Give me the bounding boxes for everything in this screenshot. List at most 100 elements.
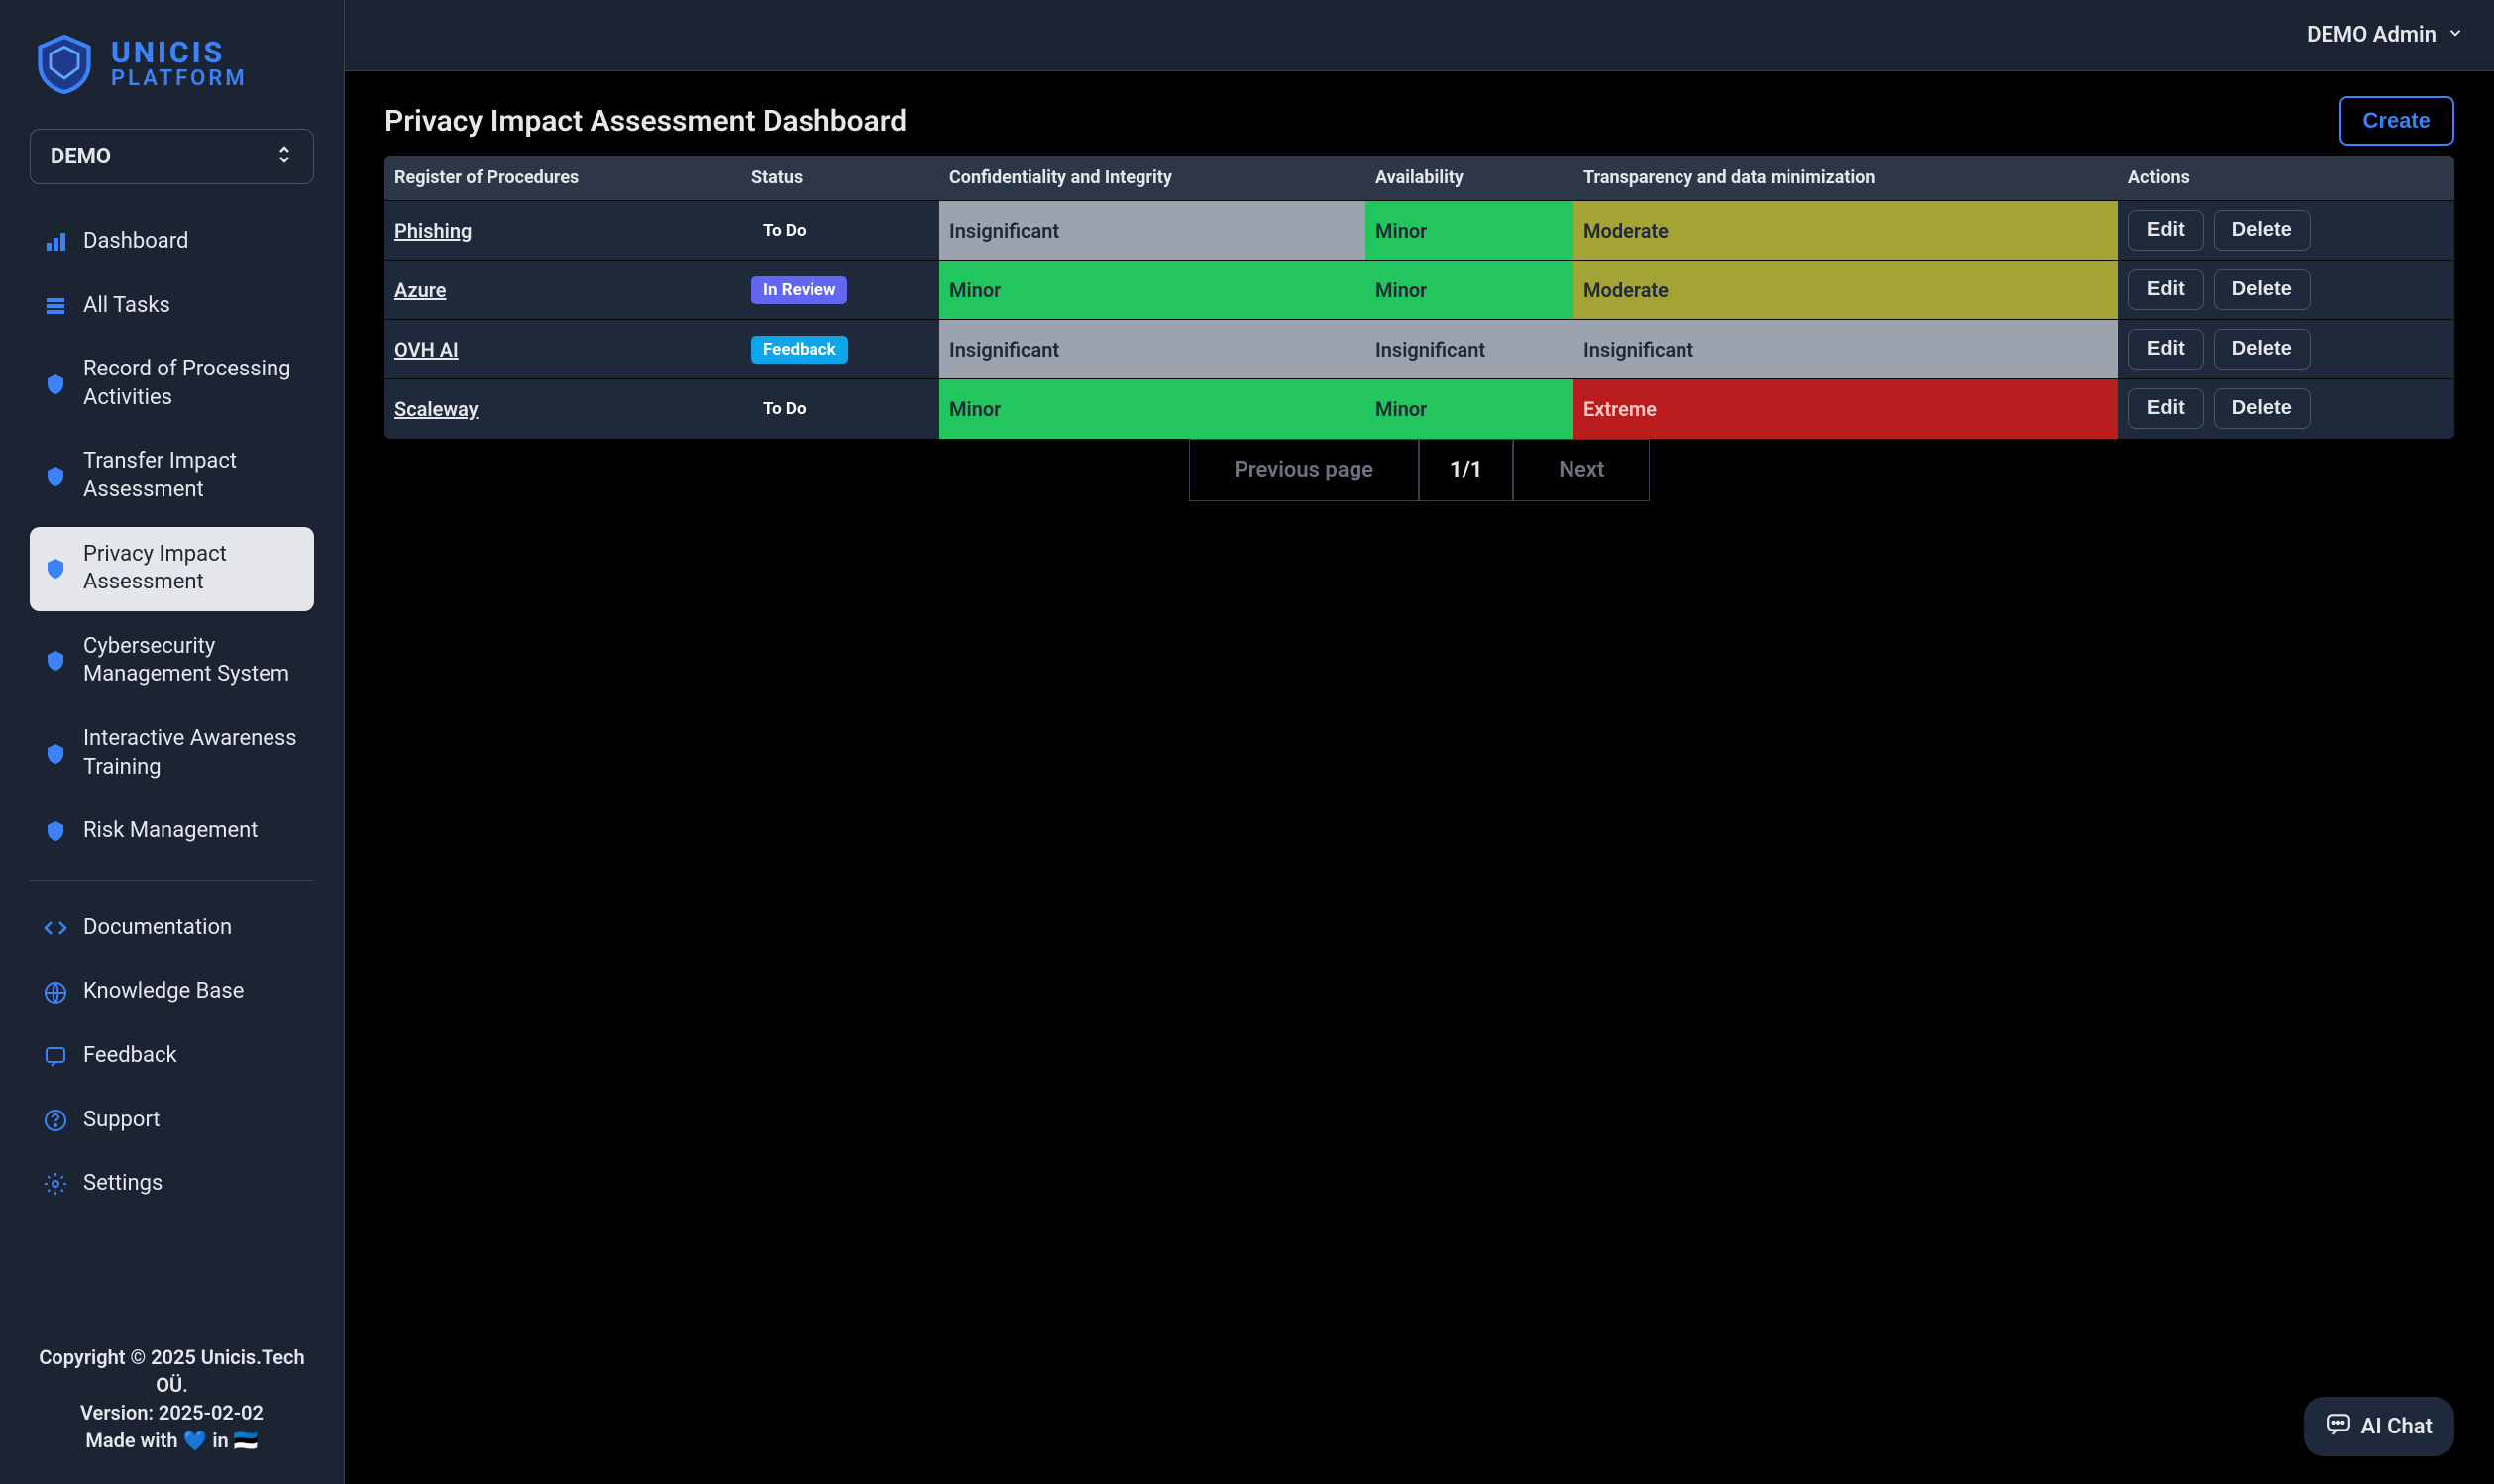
org-selector-label: DEMO: [51, 145, 111, 169]
procedure-link[interactable]: OVH AI: [394, 338, 459, 362]
sidebar-item-label: Feedback: [83, 1042, 177, 1071]
sidebar-item-label: Settings: [83, 1170, 163, 1199]
sidebar-item-iat[interactable]: Interactive Awareness Training: [30, 711, 314, 795]
cell-actions: EditDelete: [2118, 261, 2454, 320]
table-header-row: Register of Procedures Status Confidenti…: [384, 156, 2454, 201]
status-badge: To Do: [751, 395, 818, 423]
sidebar-item-feedback[interactable]: Feedback: [30, 1028, 314, 1085]
sidebar-item-label: Interactive Awareness Training: [83, 725, 302, 782]
message-icon: [42, 1042, 69, 1070]
sidebar-item-support[interactable]: Support: [30, 1093, 314, 1149]
cell-confidentiality: Insignificant: [939, 201, 1365, 261]
col-actions: Actions: [2118, 156, 2454, 201]
footer-version: Version: 2025-02-02: [30, 1399, 314, 1427]
cell-actions: EditDelete: [2118, 201, 2454, 261]
sidebar-item-ropa[interactable]: Record of Processing Activities: [30, 342, 314, 426]
logo-text-main: UNICIS: [111, 39, 248, 68]
cell-status: In Review: [741, 261, 939, 320]
col-availability: Availability: [1365, 156, 1573, 201]
cell-availability: Minor: [1365, 379, 1573, 439]
sidebar-item-tia[interactable]: Transfer Impact Assessment: [30, 434, 314, 518]
cell-transparency: Insignificant: [1573, 320, 2118, 379]
shield-icon: [42, 647, 69, 675]
logo-shield-icon: [30, 30, 99, 99]
cell-actions: EditDelete: [2118, 320, 2454, 379]
col-status: Status: [741, 156, 939, 201]
sidebar-item-knowledge[interactable]: Knowledge Base: [30, 964, 314, 1020]
delete-button[interactable]: Delete: [2214, 269, 2311, 310]
bar-chart-icon: [42, 228, 69, 256]
sidebar-item-label: Dashboard: [83, 228, 188, 257]
cell-availability: Minor: [1365, 261, 1573, 320]
edit-button[interactable]: Edit: [2128, 269, 2204, 310]
table-row: AzureIn ReviewMinorMinorModerateEditDele…: [384, 261, 2454, 320]
cell-confidentiality: Minor: [939, 261, 1365, 320]
org-selector[interactable]: DEMO: [30, 129, 314, 184]
table-wrapper: Register of Procedures Status Confidenti…: [384, 156, 2454, 439]
sidebar-item-alltasks[interactable]: All Tasks: [30, 278, 314, 335]
col-confidentiality: Confidentiality and Integrity: [939, 156, 1365, 201]
cell-status: To Do: [741, 379, 939, 439]
header: DEMO Admin: [345, 0, 2494, 71]
delete-button[interactable]: Delete: [2214, 210, 2311, 251]
page-title: Privacy Impact Assessment Dashboard: [384, 104, 907, 139]
code-icon: [42, 914, 69, 942]
next-page-button[interactable]: Next: [1513, 439, 1650, 501]
cell-availability: Minor: [1365, 201, 1573, 261]
main: DEMO Admin Privacy Impact Assessment Das…: [345, 0, 2494, 1484]
ai-chat-button[interactable]: AI Chat: [2304, 1397, 2454, 1456]
edit-button[interactable]: Edit: [2128, 329, 2204, 370]
pia-table: Register of Procedures Status Confidenti…: [384, 156, 2454, 439]
cell-confidentiality: Insignificant: [939, 320, 1365, 379]
cell-procedure: Scaleway: [384, 379, 741, 439]
status-badge: Feedback: [751, 336, 848, 364]
pagination: Previous page 1/1 Next: [384, 439, 2454, 501]
sidebar-item-risk[interactable]: Risk Management: [30, 803, 314, 860]
sidebar-item-dashboard[interactable]: Dashboard: [30, 214, 314, 270]
gear-icon: [42, 1170, 69, 1198]
cell-procedure: Phishing: [384, 201, 741, 261]
cell-procedure: Azure: [384, 261, 741, 320]
sidebar-item-label: Privacy Impact Assessment: [83, 541, 302, 597]
edit-button[interactable]: Edit: [2128, 388, 2204, 429]
nav-divider: [30, 880, 314, 881]
sidebar-item-label: Record of Processing Activities: [83, 356, 302, 412]
procedure-link[interactable]: Azure: [394, 278, 447, 302]
logo[interactable]: UNICIS PLATFORM: [30, 30, 314, 99]
table-row: ScalewayTo DoMinorMinorExtremeEditDelete: [384, 379, 2454, 439]
sidebar-item-settings[interactable]: Settings: [30, 1156, 314, 1213]
cell-transparency: Extreme: [1573, 379, 2118, 439]
cell-actions: EditDelete: [2118, 379, 2454, 439]
cell-status: Feedback: [741, 320, 939, 379]
table-row: PhishingTo DoInsignificantMinorModerateE…: [384, 201, 2454, 261]
content-area: Privacy Impact Assessment Dashboard Crea…: [345, 71, 2494, 1484]
cell-status: To Do: [741, 201, 939, 261]
sidebar-item-documentation[interactable]: Documentation: [30, 901, 314, 957]
shield-icon: [42, 817, 69, 845]
shield-icon: [42, 740, 69, 768]
shield-icon: [42, 463, 69, 490]
sidebar-item-label: Support: [83, 1107, 161, 1135]
logo-text-sub: PLATFORM: [111, 68, 248, 90]
procedure-link[interactable]: Scaleway: [394, 397, 479, 421]
sidebar: UNICIS PLATFORM DEMO Dashboard All Tasks: [0, 0, 345, 1484]
delete-button[interactable]: Delete: [2214, 388, 2311, 429]
create-button[interactable]: Create: [2339, 96, 2454, 146]
status-badge: In Review: [751, 276, 847, 304]
prev-page-button[interactable]: Previous page: [1189, 439, 1419, 501]
user-menu[interactable]: DEMO Admin: [2307, 23, 2464, 48]
list-icon: [42, 292, 69, 320]
sidebar-item-label: Transfer Impact Assessment: [83, 448, 302, 504]
sidebar-item-label: Cybersecurity Management System: [83, 633, 302, 689]
sidebar-item-pia[interactable]: Privacy Impact Assessment: [30, 527, 314, 611]
sidebar-footer: Copyright © 2025 Unicis.Tech OÜ. Version…: [30, 1343, 314, 1454]
footer-madewith: Made with 💙 in 🇪🇪: [30, 1427, 314, 1454]
delete-button[interactable]: Delete: [2214, 329, 2311, 370]
procedure-link[interactable]: Phishing: [394, 219, 472, 243]
sidebar-item-cms[interactable]: Cybersecurity Management System: [30, 619, 314, 703]
chat-icon: [2326, 1411, 2351, 1442]
edit-button[interactable]: Edit: [2128, 210, 2204, 251]
user-name: DEMO Admin: [2307, 23, 2437, 48]
footer-copyright: Copyright © 2025 Unicis.Tech OÜ.: [30, 1343, 314, 1399]
cell-availability: Insignificant: [1365, 320, 1573, 379]
